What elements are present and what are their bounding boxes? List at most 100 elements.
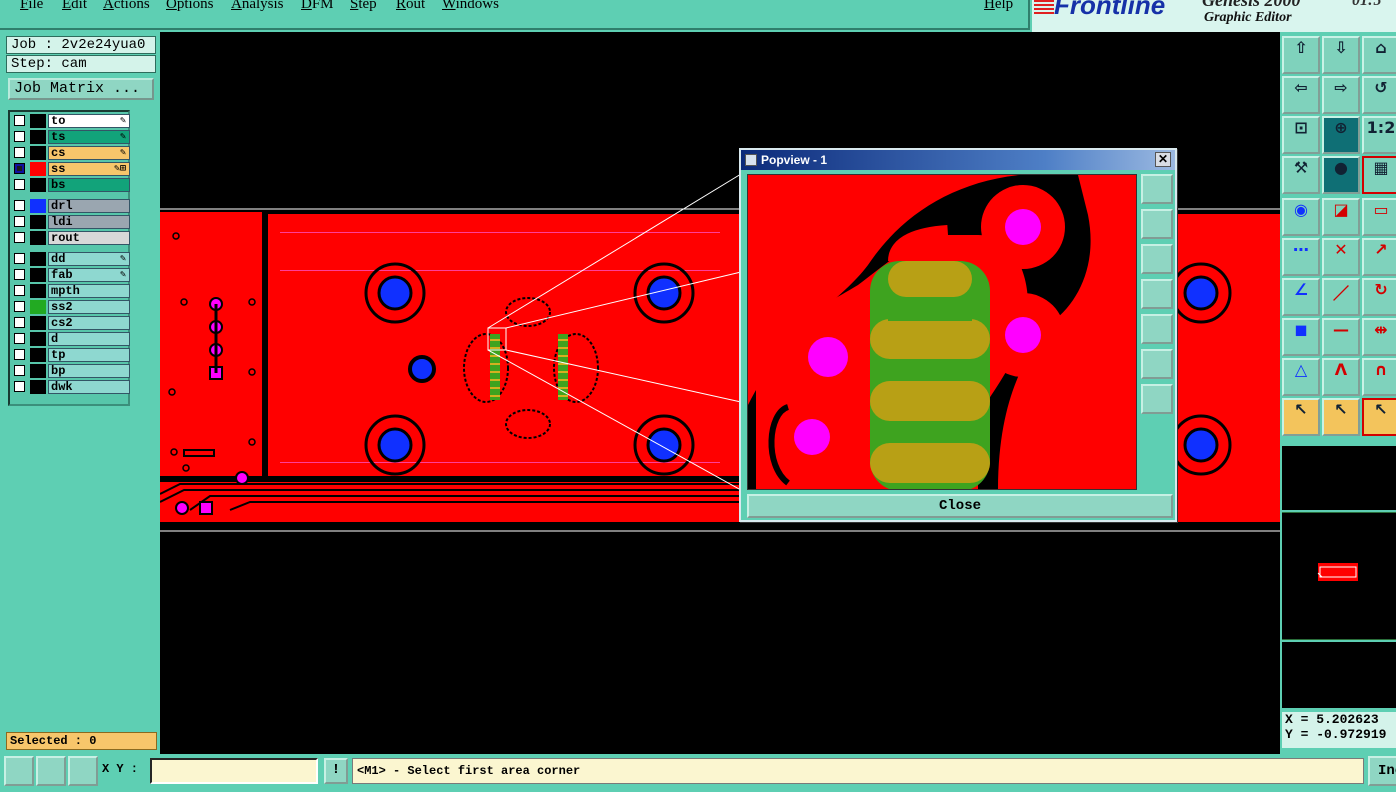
menu-actions[interactable]: Actions: [103, 0, 150, 13]
layer-row[interactable]: mpth: [12, 284, 130, 298]
layer-name[interactable]: to ✎: [48, 114, 130, 128]
layer-checkbox[interactable]: [14, 349, 25, 360]
menu-windows[interactable]: Windows: [442, 0, 499, 13]
board-overview[interactable]: [1282, 512, 1396, 640]
view-top-icon[interactable]: [1141, 209, 1173, 239]
layer-row[interactable]: cs2: [12, 316, 130, 330]
measure-icon[interactable]: ⚒: [1282, 156, 1320, 194]
layer-row[interactable]: fab ✎: [12, 268, 130, 282]
layer-name[interactable]: tp: [48, 348, 130, 362]
zoom-area-icon[interactable]: [4, 756, 34, 786]
pan-right-icon[interactable]: ⇨: [1322, 76, 1360, 114]
close-icon[interactable]: ✕: [1155, 152, 1171, 167]
popview-zoom-view[interactable]: [747, 174, 1137, 490]
layer-row[interactable]: ts ✎: [12, 130, 130, 144]
layer-row[interactable]: dd ✎: [12, 252, 130, 266]
layer-name[interactable]: cs ✎: [48, 146, 130, 160]
view-bottom-icon[interactable]: ⇩: [1322, 36, 1360, 74]
popview-close-button[interactable]: Close: [747, 494, 1173, 518]
layer-row[interactable]: ss2: [12, 300, 130, 314]
layer-checkbox[interactable]: [14, 269, 25, 280]
layer-checkbox[interactable]: [14, 317, 25, 328]
zoom-center-icon[interactable]: ⊕: [1322, 116, 1360, 154]
layer-name[interactable]: dd ✎: [48, 252, 130, 266]
arch-icon[interactable]: ∩: [1362, 358, 1396, 396]
layer-color-swatch[interactable]: [30, 348, 46, 362]
triangle-icon[interactable]: △: [1282, 358, 1320, 396]
layer-checkbox[interactable]: [14, 163, 25, 174]
layer-row[interactable]: rout: [12, 231, 130, 245]
layer-name[interactable]: drl: [48, 199, 130, 213]
layer-name[interactable]: ldi: [48, 215, 130, 229]
menu-options[interactable]: Options: [166, 0, 214, 13]
layer-color-swatch[interactable]: [30, 130, 46, 144]
view-top-icon[interactable]: ⇧: [1282, 36, 1320, 74]
layer-checkbox[interactable]: [14, 131, 25, 142]
layer-name[interactable]: d: [48, 332, 130, 346]
layers-icon[interactable]: ▦: [1362, 156, 1396, 194]
layer-name[interactable]: bp: [48, 364, 130, 378]
menu-help[interactable]: Help: [984, 0, 1013, 13]
layer-color-swatch[interactable]: [30, 252, 46, 266]
layer-color-swatch[interactable]: [30, 364, 46, 378]
select-alt-icon[interactable]: ↖: [1362, 398, 1396, 436]
layer-color-swatch[interactable]: [30, 300, 46, 314]
layer-color-swatch[interactable]: [30, 162, 46, 176]
line-draw-icon[interactable]: ／: [1322, 278, 1360, 316]
layer-name[interactable]: cs2: [48, 316, 130, 330]
layer-name[interactable]: rout: [48, 231, 130, 245]
select-icon[interactable]: ↖: [1322, 398, 1360, 436]
layer-color-swatch[interactable]: [30, 231, 46, 245]
net-icon[interactable]: ●: [1322, 156, 1360, 194]
layer-color-swatch[interactable]: [30, 114, 46, 128]
layer-color-swatch[interactable]: [30, 316, 46, 330]
layer-checkbox[interactable]: [14, 179, 25, 190]
layer-row[interactable]: bs: [12, 178, 130, 192]
menu-edit[interactable]: Edit: [62, 0, 87, 13]
layer-color-swatch[interactable]: [30, 178, 46, 192]
home-icon[interactable]: ⌂: [1362, 36, 1396, 74]
pan-right-icon[interactable]: [1141, 314, 1173, 344]
snap-point-icon[interactable]: ↗: [1362, 238, 1396, 276]
snap-edge-icon[interactable]: ◪: [1322, 198, 1360, 236]
layer-color-swatch[interactable]: [30, 380, 46, 394]
layer-row[interactable]: dwk: [12, 380, 130, 394]
ruler-icon[interactable]: ▭: [1362, 198, 1396, 236]
menu-dfm[interactable]: DFM: [301, 0, 334, 13]
measure-icon[interactable]: [36, 756, 66, 786]
xy-input[interactable]: [150, 758, 318, 784]
layer-checkbox[interactable]: [14, 333, 25, 344]
layer-color-swatch[interactable]: [30, 199, 46, 213]
pad-edit-icon[interactable]: ◼: [1282, 318, 1320, 356]
layer-row[interactable]: d: [12, 332, 130, 346]
line-angle-icon[interactable]: ∠: [1282, 278, 1320, 316]
zoom-fit-icon[interactable]: ⊡: [1282, 116, 1320, 154]
layer-checkbox[interactable]: [14, 285, 25, 296]
layer-name[interactable]: bs: [48, 178, 130, 192]
layer-checkbox[interactable]: [14, 200, 25, 211]
layer-name[interactable]: mpth: [48, 284, 130, 298]
layer-row[interactable]: to ✎: [12, 114, 130, 128]
distance-icon[interactable]: ⇹: [1362, 318, 1396, 356]
layer-row[interactable]: drl: [12, 199, 130, 213]
layer-name[interactable]: ss2: [48, 300, 130, 314]
layer-checkbox[interactable]: [14, 232, 25, 243]
exclaim-button[interactable]: !: [324, 758, 348, 784]
layer-row[interactable]: cs ✎: [12, 146, 130, 160]
layer-row[interactable]: ldi: [12, 215, 130, 229]
menu-rout[interactable]: Rout: [396, 0, 425, 13]
layer-checkbox[interactable]: [14, 115, 25, 126]
zoom-window-icon[interactable]: [1141, 174, 1173, 204]
layer-name[interactable]: dwk: [48, 380, 130, 394]
pan-left-icon[interactable]: [1141, 279, 1173, 309]
inc-button[interactable]: Inc: [1368, 756, 1396, 786]
layer-checkbox[interactable]: [14, 301, 25, 312]
view-bottom-icon[interactable]: [1141, 244, 1173, 274]
layer-color-swatch[interactable]: [30, 146, 46, 160]
menu-step[interactable]: Step: [350, 0, 377, 13]
layer-checkbox[interactable]: [14, 147, 25, 158]
layer-row[interactable]: bp: [12, 364, 130, 378]
connect-icon[interactable]: ⋯: [1282, 238, 1320, 276]
layer-name[interactable]: ts ✎: [48, 130, 130, 144]
pointer-icon[interactable]: ↖: [1282, 398, 1320, 436]
